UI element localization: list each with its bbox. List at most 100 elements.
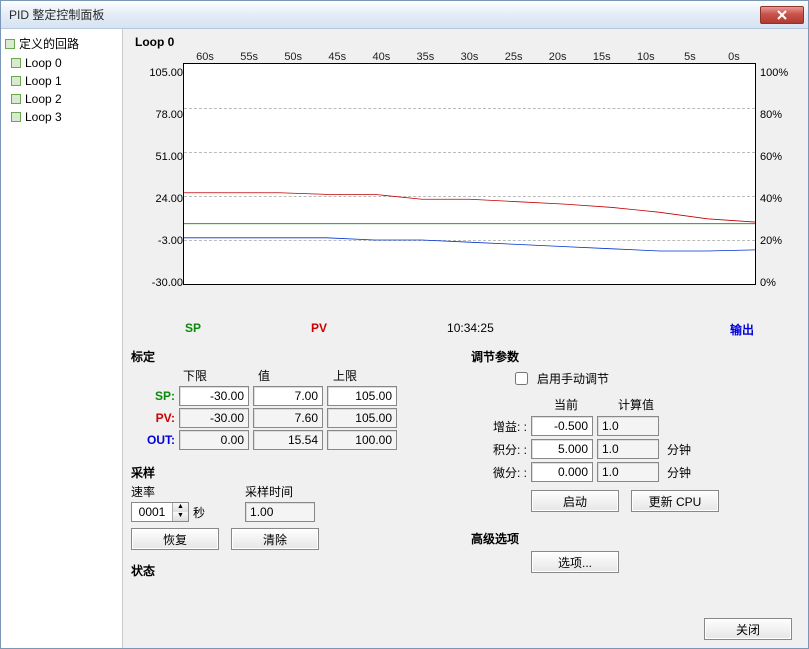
x-tick: 60s — [183, 51, 227, 63]
derivative-unit: 分钟 — [659, 464, 695, 481]
sidebar-header: 定义的回路 — [3, 33, 120, 54]
y-right-tick: 20% — [756, 235, 798, 277]
tuning-col-calc: 计算值 — [601, 396, 671, 413]
rate-down-icon[interactable]: ▼ — [173, 512, 188, 521]
window-close-button[interactable] — [760, 6, 804, 24]
x-tick: 5s — [668, 51, 712, 63]
rate-label: 速率 — [131, 483, 205, 500]
sampling-title: 采样 — [131, 464, 431, 481]
loop-status-icon — [11, 76, 21, 86]
y-left-tick: -30.00 — [131, 277, 183, 319]
advanced-title: 高级选项 — [471, 530, 798, 547]
y-left-tick: 24.00 — [131, 193, 183, 235]
x-tick: 30s — [447, 51, 491, 63]
x-tick: 15s — [580, 51, 624, 63]
sp-label: SP: — [131, 389, 179, 403]
sidebar-item-loop-1[interactable]: Loop 1 — [3, 72, 120, 90]
status-title: 状态 — [131, 562, 431, 579]
y-left-tick: 78.00 — [131, 109, 183, 151]
sidebar-item-label: Loop 3 — [25, 110, 62, 124]
sidebar-item-label: Loop 1 — [25, 74, 62, 88]
sample-time-label: 采样时间 — [245, 483, 315, 500]
y-right-tick: 100% — [756, 67, 798, 109]
out-label: OUT: — [131, 433, 179, 447]
trend-chart: 105.0078.0051.0024.00-3.00-30.00 60s55s5… — [131, 51, 798, 319]
manual-tune-label: 启用手动调节 — [537, 370, 609, 387]
pid-panel-window: PID 整定控制面板 定义的回路 Loop 0 Loop 1 Loop 2 Loop … — [0, 0, 809, 649]
scaling-title: 标定 — [131, 348, 431, 365]
loop-title: Loop 0 — [131, 35, 798, 49]
resume-button[interactable]: 恢复 — [131, 528, 219, 550]
tuning-title: 调节参数 — [471, 348, 798, 365]
loop-sidebar: 定义的回路 Loop 0 Loop 1 Loop 2 Loop 3 — [1, 29, 123, 648]
loop-status-icon — [11, 112, 21, 122]
y-right-tick: 80% — [756, 109, 798, 151]
rate-input[interactable] — [132, 503, 172, 521]
scaling-col-lo: 下限 — [179, 367, 254, 384]
x-tick: 20s — [536, 51, 580, 63]
out-lo-field — [179, 430, 249, 450]
scaling-col-hi: 上限 — [329, 367, 404, 384]
close-button[interactable]: 关闭 — [704, 618, 792, 640]
series-out_pct — [184, 238, 755, 251]
y-right-tick: 40% — [756, 193, 798, 235]
chart-legend: SP PV 10:34:25 输出 — [131, 319, 798, 344]
legend-pv: PV — [311, 321, 327, 338]
derivative-label: 微分: : — [471, 464, 531, 481]
y-left-tick: -3.00 — [131, 235, 183, 277]
loop-status-icon — [11, 94, 21, 104]
legend-timestamp: 10:34:25 — [447, 321, 494, 338]
tuning-col-current: 当前 — [531, 396, 601, 413]
pv-label: PV: — [131, 411, 179, 425]
scaling-col-val: 值 — [254, 367, 329, 384]
sp-val-input[interactable] — [253, 386, 323, 406]
y-left-tick: 105.00 — [131, 67, 183, 109]
legend-output: 输出 — [730, 321, 796, 338]
window-title: PID 整定控制面板 — [5, 6, 760, 23]
x-tick: 35s — [403, 51, 447, 63]
x-tick: 45s — [315, 51, 359, 63]
pv-val-field — [253, 408, 323, 428]
options-button[interactable]: 选项... — [531, 551, 619, 573]
x-tick: 25s — [492, 51, 536, 63]
loop-status-icon — [11, 58, 21, 68]
derivative-current-input[interactable] — [531, 462, 593, 482]
integral-unit: 分钟 — [659, 441, 695, 458]
manual-tune-checkbox[interactable] — [515, 372, 528, 385]
y-left-tick: 51.00 — [131, 151, 183, 193]
legend-sp: SP — [185, 321, 201, 338]
pv-lo-field — [179, 408, 249, 428]
x-tick: 50s — [271, 51, 315, 63]
x-tick: 10s — [624, 51, 668, 63]
loop-status-icon — [5, 39, 15, 49]
rate-up-icon[interactable]: ▲ — [173, 503, 188, 512]
sidebar-item-loop-3[interactable]: Loop 3 — [3, 108, 120, 126]
gain-calc-field — [597, 416, 659, 436]
sample-time-field — [245, 502, 315, 522]
rate-unit: 秒 — [193, 504, 205, 521]
integral-calc-field — [597, 439, 659, 459]
sp-hi-input[interactable] — [327, 386, 397, 406]
sidebar-item-label: Loop 0 — [25, 56, 62, 70]
sidebar-header-label: 定义的回路 — [19, 35, 79, 52]
gain-label: 增益: : — [471, 418, 531, 435]
start-button[interactable]: 启动 — [531, 490, 619, 512]
out-hi-field — [327, 430, 397, 450]
x-tick: 0s — [712, 51, 756, 63]
series-pv — [184, 193, 755, 222]
out-val-field — [253, 430, 323, 450]
sidebar-item-label: Loop 2 — [25, 92, 62, 106]
sidebar-item-loop-0[interactable]: Loop 0 — [3, 54, 120, 72]
y-right-tick: 60% — [756, 151, 798, 193]
sp-lo-input[interactable] — [179, 386, 249, 406]
update-cpu-button[interactable]: 更新 CPU — [631, 490, 719, 512]
sidebar-item-loop-2[interactable]: Loop 2 — [3, 90, 120, 108]
titlebar[interactable]: PID 整定控制面板 — [1, 1, 808, 29]
integral-label: 积分: : — [471, 441, 531, 458]
rate-stepper[interactable]: ▲▼ — [131, 502, 189, 522]
x-tick: 40s — [359, 51, 403, 63]
integral-current-input[interactable] — [531, 439, 593, 459]
clear-button[interactable]: 清除 — [231, 528, 319, 550]
gain-current-input[interactable] — [531, 416, 593, 436]
derivative-calc-field — [597, 462, 659, 482]
